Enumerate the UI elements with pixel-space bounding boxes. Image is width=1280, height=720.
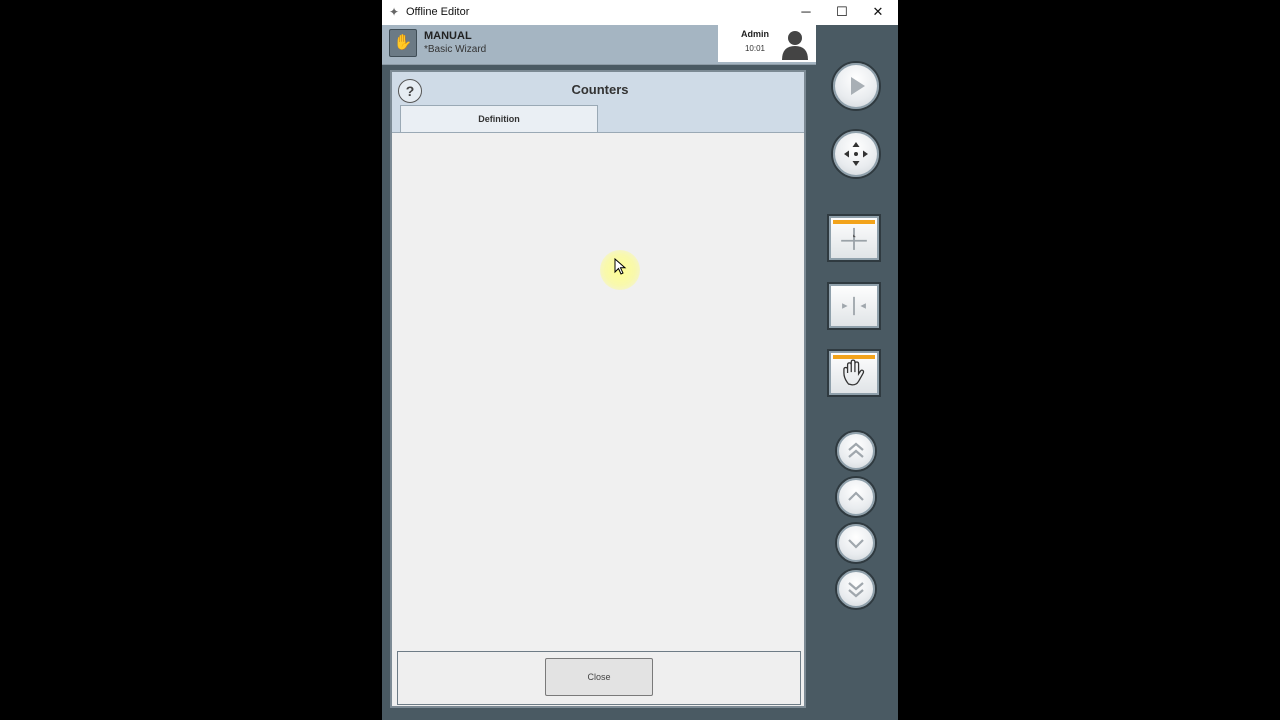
page-down-button[interactable] <box>835 522 877 564</box>
play-button[interactable] <box>831 61 881 111</box>
user-panel[interactable]: Admin 10:01 <box>718 25 816 62</box>
hand-icon <box>843 359 865 386</box>
dialog-title: Counters <box>571 82 629 97</box>
page-down-fast-button[interactable] <box>835 568 877 610</box>
user-avatar-icon <box>782 31 808 60</box>
jog-button[interactable] <box>831 129 881 179</box>
title-bar: ✦ Offline Editor ─ ☐ ✕ <box>382 0 898 25</box>
double-chevron-down-icon <box>848 582 864 598</box>
side-toolbar <box>816 25 898 720</box>
crosshair-icon <box>841 227 867 250</box>
mode-name: MANUAL <box>424 30 472 42</box>
dialog-header: Counters ? Definition <box>392 72 804 133</box>
user-name: Admin <box>741 29 769 39</box>
close-button[interactable]: Close <box>545 658 653 696</box>
offline-editor-window: ✦ Offline Editor ─ ☐ ✕ ✋ MANUAL *Basic W… <box>382 0 898 720</box>
origin-mode-button[interactable] <box>827 214 881 262</box>
page-up-fast-button[interactable] <box>835 430 877 472</box>
page-up-button[interactable] <box>835 476 877 518</box>
clock-time: 10:01 <box>744 44 766 53</box>
mode-button[interactable]: ✋ <box>389 29 417 57</box>
chevron-up-icon <box>848 491 864 501</box>
tab-definition[interactable]: Definition <box>400 105 598 132</box>
help-button[interactable]: ? <box>398 79 422 103</box>
measure-mode-button[interactable] <box>827 282 881 330</box>
double-chevron-up-icon <box>848 442 864 458</box>
minimize-button[interactable]: ─ <box>788 0 824 25</box>
counters-dialog: Counters ? Definition Close <box>390 70 806 708</box>
hand-icon: ✋ <box>393 34 413 51</box>
play-icon <box>851 77 865 95</box>
dialog-footer: Close <box>397 651 801 705</box>
arrows-inward-icon <box>842 296 866 316</box>
window-title: Offline Editor <box>406 6 470 18</box>
app-icon: ✦ <box>389 5 400 19</box>
maximize-button[interactable]: ☐ <box>824 0 860 25</box>
mouse-pointer-icon <box>614 258 627 275</box>
mode-subtitle: *Basic Wizard <box>424 44 487 55</box>
move-arrows-icon <box>844 142 868 166</box>
close-window-button[interactable]: ✕ <box>860 0 896 25</box>
chevron-down-icon <box>848 539 864 549</box>
manual-mode-button[interactable] <box>827 349 881 397</box>
